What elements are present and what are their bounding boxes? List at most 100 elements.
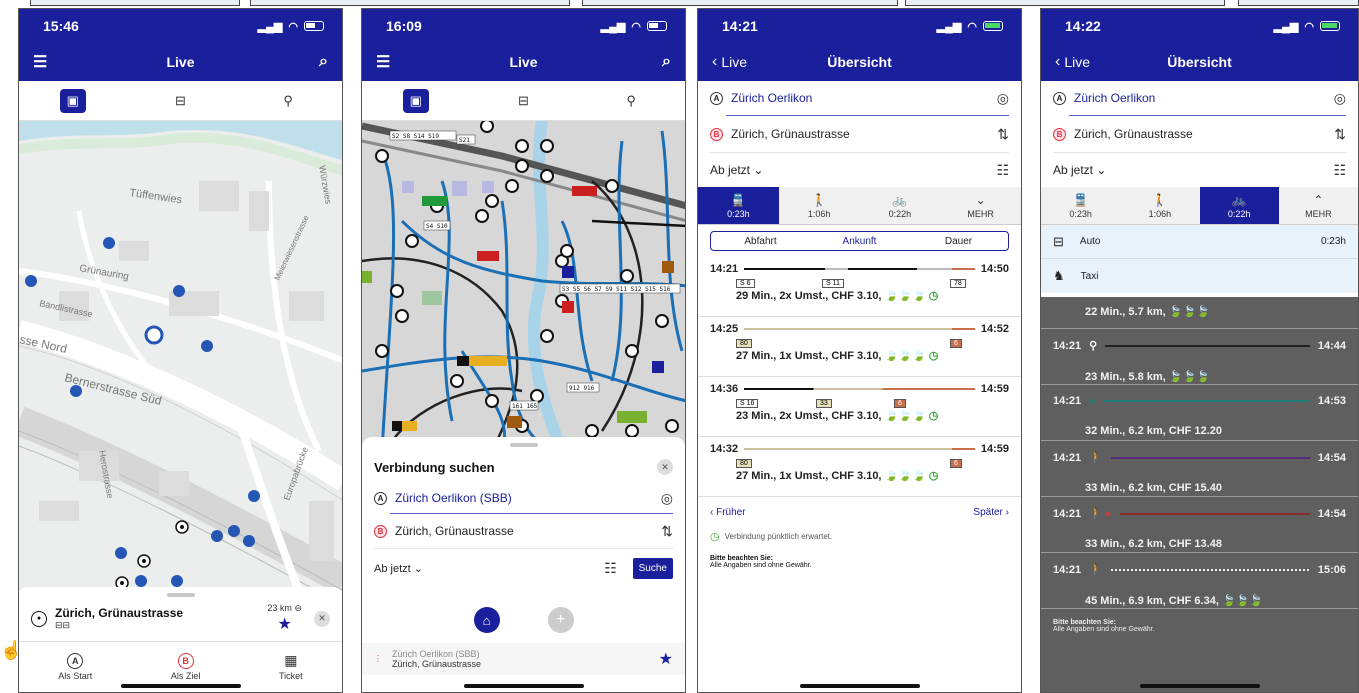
favorite-star-icon[interactable]: ★ — [278, 614, 292, 634]
status-bar: 16:09 ▂▄▆ ◠ — [362, 9, 685, 43]
home-icon[interactable]: ⌂ — [473, 607, 500, 633]
recent-connection[interactable]: ⋮ Zürich Oerlikon (SBB) Zürich, Grünaust… — [362, 643, 685, 675]
place-card[interactable]: ● Zürich, Grünaustrasse ⊟⊟ 23 km ⊖ ★ ✕ — [19, 587, 342, 644]
swap-icon[interactable]: ⇅ — [1334, 126, 1346, 143]
tab-walk[interactable]: 🚶 1:06h — [1120, 187, 1199, 224]
later-label: Später — [973, 507, 1003, 518]
tab-bike[interactable]: 🚲 0:22h — [1199, 187, 1279, 224]
chevron-left-icon: ‹ — [1055, 53, 1061, 70]
destination-field[interactable]: Zürich, Grünaustrasse — [395, 524, 661, 538]
close-icon[interactable]: ✕ — [657, 459, 673, 475]
chevron-down-icon: ⌄ — [413, 562, 423, 575]
bus-icon[interactable]: ▣ — [59, 88, 86, 113]
time-selector[interactable]: Ab jetzt ⌄ — [710, 163, 996, 177]
bike-icon[interactable]: ⚲ — [618, 89, 644, 113]
search-button[interactable]: Suche — [632, 557, 673, 579]
arrival-time: 14:54 — [1317, 451, 1346, 464]
map-view[interactable]: Tüffenwies Grünauring Bändlistrasse Bern… — [19, 121, 342, 591]
option-auto[interactable]: ⊟ Auto 0:23h — [1041, 225, 1358, 259]
dimmed-results[interactable]: 22 Min., 5.7 km, 🍃🍃🍃 14:21 ⚲ 14:44 23 Min.… — [1041, 297, 1358, 692]
line-chip: S 16 — [736, 399, 759, 408]
wifi-icon: ◠ — [967, 20, 977, 33]
chevron-down-icon: ⌄ — [975, 192, 986, 207]
back-button[interactable]: ‹ Live — [1055, 53, 1090, 71]
back-button[interactable]: ‹ Live — [712, 53, 747, 71]
tab-public-transport[interactable]: 🚆 0:23h — [698, 187, 779, 224]
page-title: Live — [509, 54, 538, 70]
back-label: Live — [721, 54, 748, 70]
tab-bike[interactable]: 🚲 0:22h — [860, 187, 941, 224]
menu-icon[interactable]: ☰ — [33, 52, 47, 72]
connection-row[interactable]: 14:25 14:52 80 6 27 Min., 1x Umst., CHF … — [698, 317, 1021, 377]
connection-row[interactable]: 14:32 14:59 80 6 27 Min., 1x Umst., CHF … — [698, 437, 1021, 497]
bus-icon[interactable]: ▣ — [402, 88, 429, 113]
option-taxi[interactable]: ♞ Taxi — [1041, 259, 1358, 293]
tab-more[interactable]: ⌄ MEHR — [940, 187, 1021, 224]
tab-walk[interactable]: 🚶 1:06h — [779, 187, 860, 224]
line-chip: S 11 — [822, 279, 844, 288]
later-button[interactable]: Später › — [973, 507, 1009, 518]
tab-als-start[interactable]: A Als Start — [58, 652, 92, 681]
bike-icon[interactable]: ⚲ — [275, 89, 301, 113]
punctual-icon: ◷ — [710, 531, 720, 543]
route-dots-icon: ⋮ — [374, 654, 382, 663]
walk-icon: 🚶 — [1152, 192, 1168, 207]
wifi-icon: ◠ — [1304, 20, 1314, 33]
locate-icon[interactable]: ◎ — [1334, 90, 1346, 107]
tab-als-ziel[interactable]: B Als Ziel — [171, 652, 200, 681]
close-icon[interactable]: ✕ — [314, 610, 330, 627]
time-mode: Ab jetzt — [1053, 163, 1094, 177]
walk-icon: 🚶 — [1089, 508, 1103, 520]
taxi-badge-icon: ● — [1104, 507, 1112, 520]
punctual-text: Verbindung pünktlich erwartet. — [724, 532, 833, 541]
favorite-star-icon[interactable]: ★ — [659, 649, 673, 669]
header: 15:46 ▂▄▆ ◠ ☰ Live ⌕ — [19, 9, 342, 81]
add-icon[interactable]: + — [547, 607, 574, 633]
phone-connection-search: 16:09 ▂▄▆ ◠ ☰ Live ⌕ ▣ ⊟ ⚲ S2 S8 S14 S19… — [361, 8, 686, 693]
eco-leaf-icon: 🍃🍃🍃 — [884, 470, 926, 482]
swap-icon[interactable]: ⇅ — [997, 126, 1009, 143]
result-row: 14:21 🚶 15:06 45 Min., 6.9 km, CHF 6.34, 🍃… — [1041, 553, 1358, 609]
bike-icon: 🚲 — [892, 192, 908, 207]
battery-icon — [1320, 21, 1340, 31]
destination-field[interactable]: Zürich, Grünaustrasse — [1074, 127, 1334, 141]
map-label: Tüffenwies — [129, 187, 184, 206]
time-selector[interactable]: Ab jetzt ⌄ — [1053, 163, 1333, 177]
destination-field[interactable]: Zürich, Grünaustrasse — [731, 127, 997, 141]
earlier-button[interactable]: ‹ Früher — [710, 507, 746, 518]
origin-field[interactable]: Zürich Oerlikon — [1074, 91, 1334, 105]
tab-ticket[interactable]: ▦ Ticket — [279, 652, 303, 681]
tab-public-transport[interactable]: 🚆 0:23h — [1041, 187, 1120, 224]
signal-icon: ▂▄▆ — [257, 20, 283, 33]
earlier-label: Früher — [716, 507, 746, 518]
locate-icon[interactable]: ◎ — [997, 90, 1009, 107]
cursor-hand-icon: ☝ — [0, 640, 23, 660]
sort-arrival[interactable]: Ankunft — [810, 232, 909, 250]
punctual-icon: ◷ — [928, 290, 939, 302]
transit-map[interactable]: S2 S8 S14 S19 S21 S4 S10 S3 S5 S6 S7 S9 … — [362, 121, 685, 451]
tab-more[interactable]: ⌃ MEHR — [1279, 187, 1358, 224]
origin-field[interactable]: Zürich Oerlikon — [731, 91, 997, 105]
sort-departure[interactable]: Abfahrt — [711, 232, 810, 250]
search-icon[interactable]: ⌕ — [319, 53, 328, 71]
filter-icon[interactable]: ☷ — [604, 560, 617, 577]
swap-icon[interactable]: ⇅ — [661, 523, 673, 540]
car-icon[interactable]: ⊟ — [510, 89, 536, 113]
sort-duration[interactable]: Dauer — [909, 232, 1008, 250]
origin-a-icon: A — [710, 91, 723, 105]
search-icon[interactable]: ⌕ — [662, 53, 671, 71]
car-icon[interactable]: ⊟ — [167, 89, 193, 113]
locate-icon[interactable]: ◎ — [661, 490, 673, 507]
connection-row[interactable]: 14:36 14:59 S 16 33 6 23 Min., 2x Umst.,… — [698, 377, 1021, 437]
menu-icon[interactable]: ☰ — [376, 52, 390, 72]
time-selector[interactable]: Ab jetzt ⌄ — [374, 562, 604, 575]
filter-icon[interactable]: ☷ — [996, 162, 1009, 179]
status-bar: 14:21 ▂▄▆ ◠ — [698, 9, 1021, 43]
filter-icon[interactable]: ☷ — [1333, 162, 1346, 179]
header: 14:22 ▂▄▆ ◠ ‹ Live Übersicht — [1041, 9, 1358, 81]
origin-field[interactable]: Zürich Oerlikon (SBB) — [395, 491, 661, 505]
page-title: Live — [166, 54, 195, 70]
taxi-icon: ♞ — [1053, 268, 1065, 283]
connection-info: 23 Min., 2x Umst., CHF 3.10, — [736, 410, 882, 422]
connection-row[interactable]: 14:21 14:50 S 6 S 11 78 29 Min., 2x Umst… — [698, 257, 1021, 317]
